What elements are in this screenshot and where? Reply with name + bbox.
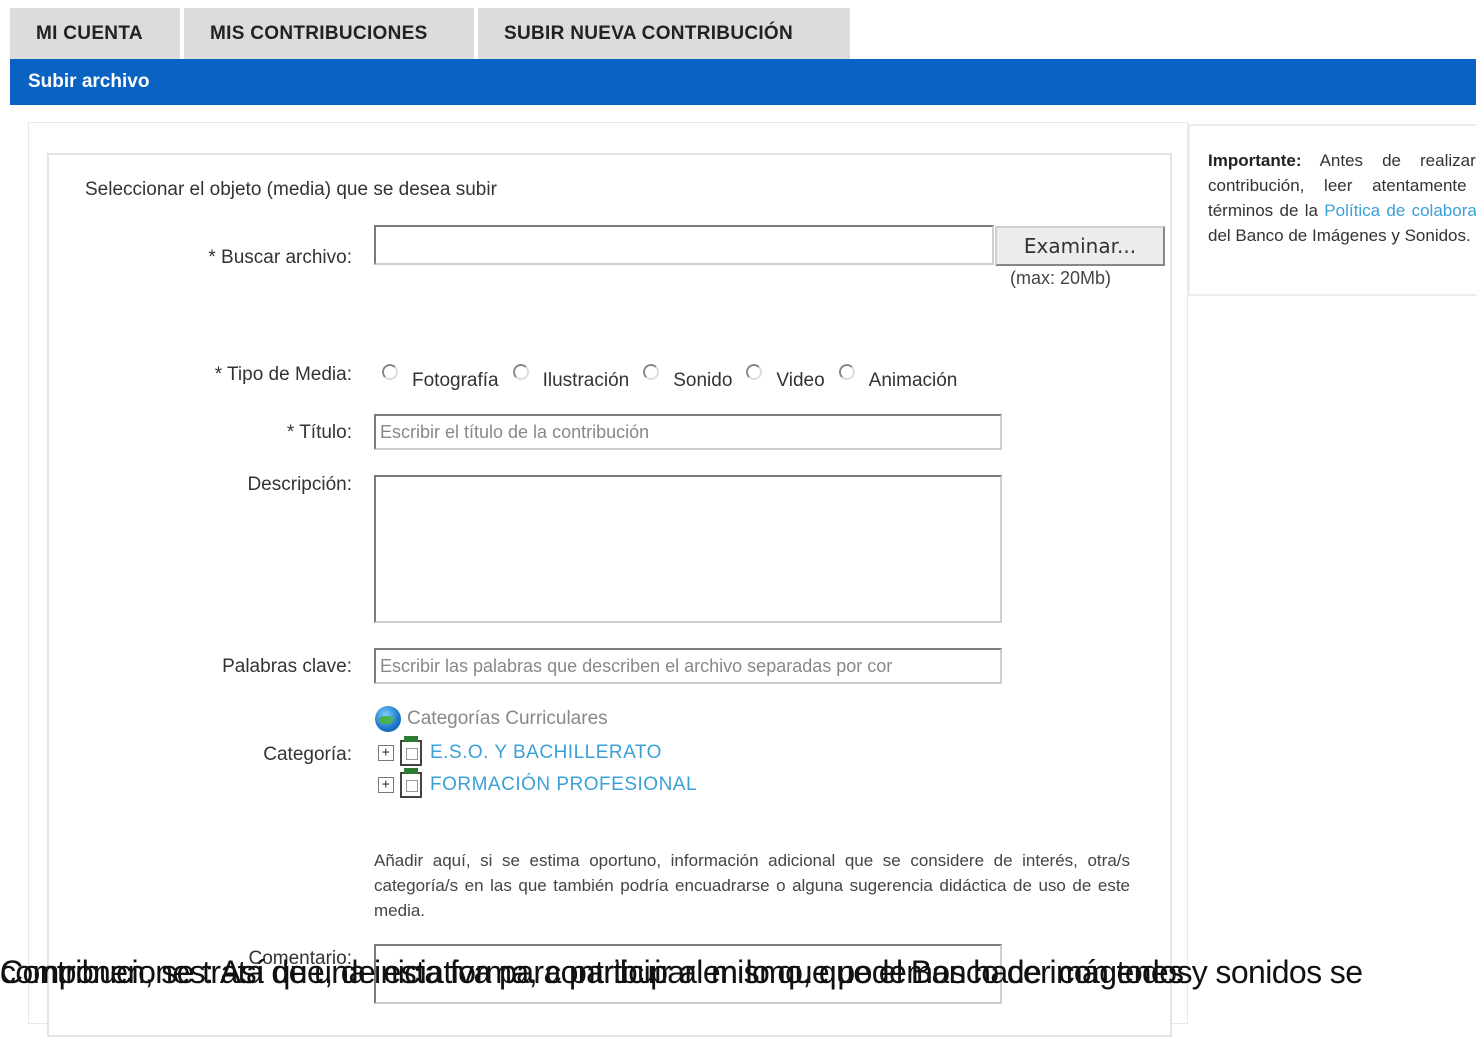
- file-input[interactable]: [374, 225, 994, 265]
- title-input[interactable]: Escribir el título de la contribución: [374, 414, 1002, 450]
- account-tabs: MI CUENTA MIS CONTRIBUCIONES SUBIR NUEVA…: [10, 8, 854, 59]
- section-title: Subir archivo: [10, 59, 1476, 105]
- media-type-radios: Fotografía Ilustración Sonido Video Anim…: [382, 362, 971, 392]
- keywords-label: Palabras clave:: [222, 656, 352, 677]
- category-label: Categoría:: [263, 744, 352, 765]
- radio-icon[interactable]: [643, 364, 660, 380]
- media-type-option[interactable]: Sonido: [643, 362, 732, 392]
- important-label: Importante:: [1208, 151, 1302, 170]
- media-type-option[interactable]: Video: [746, 362, 825, 392]
- description-label: Descripción:: [247, 474, 352, 495]
- comment-help-text: Añadir aquí, si se estima oportuno, info…: [374, 851, 1130, 920]
- description-textarea[interactable]: [374, 475, 1002, 623]
- folder-icon: [400, 768, 422, 798]
- expand-icon[interactable]: +: [378, 745, 394, 761]
- important-text-2: del Banco de Imágenes y Sonidos.: [1208, 226, 1471, 245]
- overlay-text: Contribuciones: Así que, de esta forma, …: [0, 952, 1476, 992]
- expand-icon[interactable]: +: [378, 777, 394, 793]
- file-size-note: (max: 20Mb): [1010, 268, 1112, 288]
- overlay-line-2: componen, se trata de una iniciativa par…: [0, 954, 1192, 990]
- category-root: Categorías Curriculares: [375, 706, 608, 732]
- tab-mi-cuenta[interactable]: MI CUENTA: [10, 8, 180, 59]
- media-type-option[interactable]: Animación: [838, 362, 957, 392]
- radio-icon[interactable]: [746, 364, 763, 380]
- radio-icon[interactable]: [838, 364, 855, 380]
- form-intro: Seleccionar el objeto (media) que se des…: [85, 179, 497, 200]
- keywords-input[interactable]: Escribir las palabras que describen el a…: [374, 648, 1002, 684]
- radio-icon[interactable]: [512, 364, 529, 380]
- media-type-label: * Tipo de Media:: [214, 364, 352, 385]
- globe-icon: [375, 706, 401, 732]
- category-node-eso[interactable]: + E.S.O. Y BACHILLERATO: [378, 736, 662, 766]
- media-type-option[interactable]: Ilustración: [512, 362, 629, 392]
- category-node-fp[interactable]: + FORMACIÓN PROFESIONAL: [378, 768, 697, 798]
- browse-button[interactable]: Examinar...: [995, 226, 1165, 266]
- tab-mis-contribuciones[interactable]: MIS CONTRIBUCIONES: [184, 8, 474, 59]
- tab-subir-nueva-contribucion[interactable]: SUBIR NUEVA CONTRIBUCIÓN: [478, 8, 850, 59]
- media-type-option[interactable]: Fotografía: [382, 362, 499, 392]
- important-note: Importante: Antes de realizar la contrib…: [1208, 148, 1476, 248]
- policy-link[interactable]: Política de colaboración: [1324, 201, 1476, 220]
- title-label: * Título:: [286, 422, 352, 443]
- radio-icon[interactable]: [382, 364, 398, 380]
- folder-icon: [400, 736, 422, 766]
- file-label: * Buscar archivo:: [208, 247, 352, 268]
